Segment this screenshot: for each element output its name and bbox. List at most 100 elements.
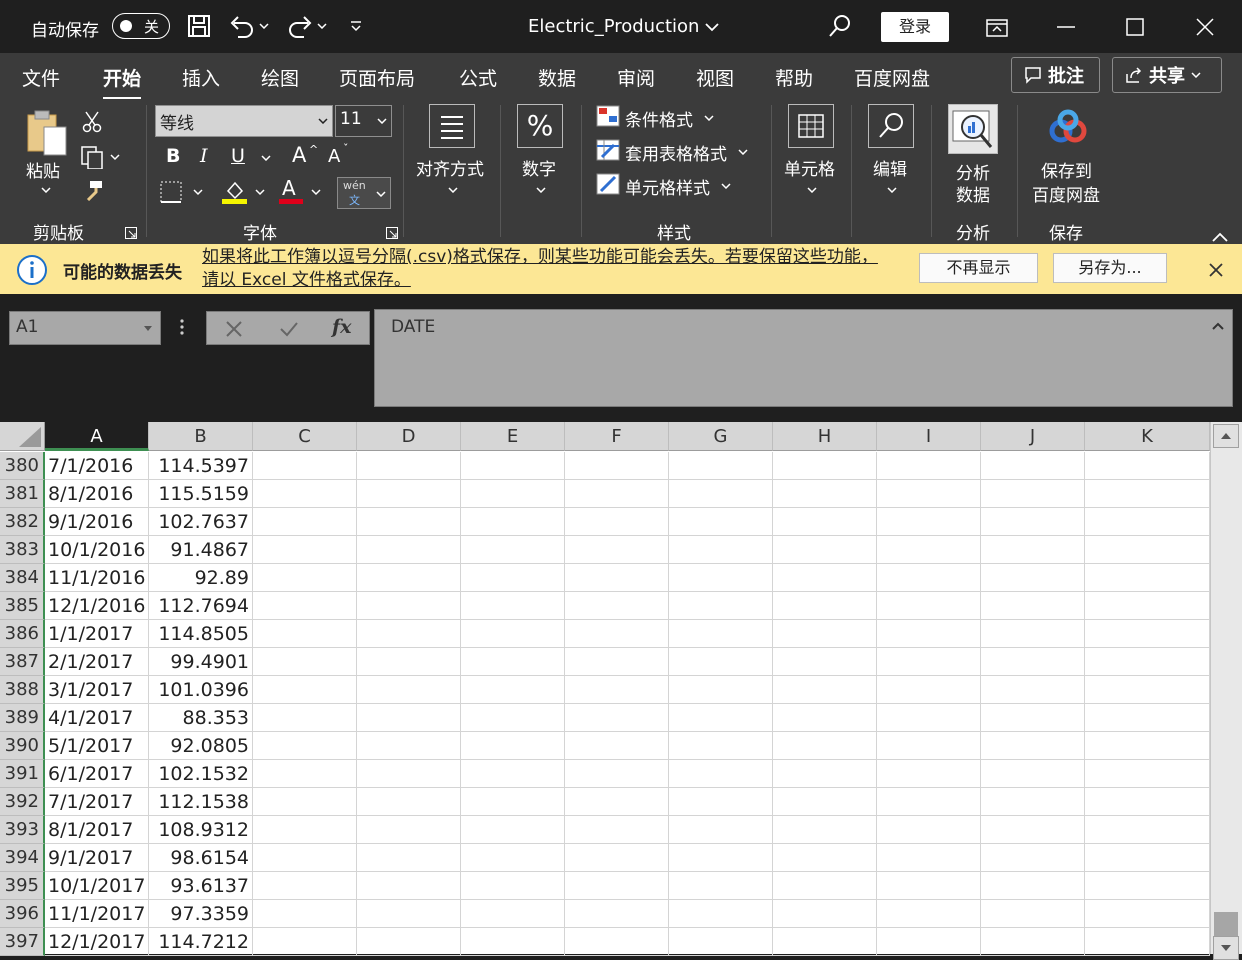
cell-empty[interactable]	[565, 564, 669, 592]
row-header[interactable]: 382	[0, 508, 45, 536]
cell-empty[interactable]	[357, 704, 461, 732]
column-header-b[interactable]: B	[149, 422, 253, 451]
cell-empty[interactable]	[253, 508, 357, 536]
undo-icon[interactable]	[228, 12, 256, 40]
cell-empty[interactable]	[877, 508, 981, 536]
scroll-down-button[interactable]	[1213, 936, 1239, 960]
dont-show-again-button[interactable]: 不再显示	[919, 253, 1038, 283]
tab-page-layout[interactable]: 页面布局	[339, 64, 415, 91]
cell-date[interactable]: 3/1/2017	[45, 676, 149, 704]
cell-empty[interactable]	[461, 928, 565, 956]
row-header[interactable]: 383	[0, 536, 45, 564]
cell-empty[interactable]	[669, 928, 773, 956]
cell-value[interactable]: 93.6137	[149, 872, 253, 900]
save-as-button[interactable]: 另存为...	[1053, 253, 1167, 283]
cell-empty[interactable]	[565, 536, 669, 564]
cell-empty[interactable]	[1085, 900, 1210, 928]
cell-empty[interactable]	[669, 620, 773, 648]
cell-empty[interactable]	[357, 592, 461, 620]
cell-empty[interactable]	[669, 648, 773, 676]
cell-empty[interactable]	[253, 480, 357, 508]
search-icon[interactable]	[826, 12, 854, 40]
format-painter-icon[interactable]	[82, 179, 104, 205]
cell-empty[interactable]	[461, 732, 565, 760]
cell-empty[interactable]	[773, 732, 877, 760]
cell-value[interactable]: 99.4901	[149, 648, 253, 676]
cell-empty[interactable]	[565, 592, 669, 620]
row-header[interactable]: 384	[0, 564, 45, 592]
undo-dropdown-icon[interactable]	[256, 12, 272, 40]
row-header[interactable]: 397	[0, 928, 45, 956]
cell-empty[interactable]	[669, 480, 773, 508]
cell-empty[interactable]	[357, 620, 461, 648]
cell-empty[interactable]	[877, 536, 981, 564]
cell-empty[interactable]	[877, 788, 981, 816]
cell-empty[interactable]	[461, 704, 565, 732]
autosave-toggle[interactable]: 关	[112, 13, 170, 39]
cell-empty[interactable]	[981, 704, 1085, 732]
cell-value[interactable]: 112.7694	[149, 592, 253, 620]
column-header-c[interactable]: C	[253, 422, 357, 451]
font-color-icon[interactable]: A	[278, 176, 324, 209]
cell-empty[interactable]	[877, 872, 981, 900]
cell-date[interactable]: 11/1/2016	[45, 564, 149, 592]
cell-empty[interactable]	[1085, 620, 1210, 648]
row-header[interactable]: 390	[0, 732, 45, 760]
cells-button[interactable]: 单元格	[782, 103, 842, 203]
cell-empty[interactable]	[773, 620, 877, 648]
redo-dropdown-icon[interactable]	[314, 12, 330, 40]
cell-date[interactable]: 5/1/2017	[45, 732, 149, 760]
tab-view[interactable]: 视图	[696, 64, 734, 91]
cell-empty[interactable]	[1085, 676, 1210, 704]
cell-empty[interactable]	[357, 508, 461, 536]
cell-empty[interactable]	[877, 676, 981, 704]
italic-button[interactable]: I	[200, 145, 208, 167]
cell-empty[interactable]	[669, 564, 773, 592]
cell-empty[interactable]	[1085, 788, 1210, 816]
cell-styles-button[interactable]: 单元格样式	[596, 173, 766, 201]
cell-empty[interactable]	[981, 844, 1085, 872]
login-button[interactable]: 登录	[881, 12, 949, 42]
column-header-j[interactable]: J	[981, 422, 1085, 451]
cell-empty[interactable]	[1085, 508, 1210, 536]
cell-empty[interactable]	[357, 816, 461, 844]
cell-empty[interactable]	[461, 480, 565, 508]
cell-empty[interactable]	[461, 592, 565, 620]
paste-button[interactable]: 粘贴	[24, 109, 70, 204]
cell-date[interactable]: 7/1/2016	[45, 452, 149, 480]
cell-value[interactable]: 97.3359	[149, 900, 253, 928]
cell-date[interactable]: 10/1/2016	[45, 536, 149, 564]
cell-empty[interactable]	[773, 928, 877, 956]
share-button[interactable]: 共享	[1112, 57, 1222, 93]
cell-empty[interactable]	[461, 844, 565, 872]
cell-empty[interactable]	[981, 592, 1085, 620]
cell-empty[interactable]	[461, 452, 565, 480]
borders-icon[interactable]	[160, 181, 206, 207]
cell-empty[interactable]	[1085, 592, 1210, 620]
row-header[interactable]: 391	[0, 760, 45, 788]
cell-date[interactable]: 8/1/2016	[45, 480, 149, 508]
column-header-k[interactable]: K	[1085, 422, 1210, 451]
cell-empty[interactable]	[357, 732, 461, 760]
cell-empty[interactable]	[253, 620, 357, 648]
row-header[interactable]: 380	[0, 452, 45, 480]
cell-empty[interactable]	[253, 900, 357, 928]
infobar-message-link[interactable]: 如果将此工作簿以逗号分隔(.csv)格式保存，则某些功能可能会丢失。若要保留这些…	[202, 246, 892, 292]
tab-draw[interactable]: 绘图	[261, 64, 299, 91]
cell-empty[interactable]	[773, 564, 877, 592]
cell-empty[interactable]	[565, 872, 669, 900]
cell-empty[interactable]	[357, 564, 461, 592]
cell-empty[interactable]	[461, 788, 565, 816]
document-title[interactable]: Electric_Production	[528, 16, 719, 37]
row-header[interactable]: 387	[0, 648, 45, 676]
cell-empty[interactable]	[357, 844, 461, 872]
cell-empty[interactable]	[981, 676, 1085, 704]
column-header-g[interactable]: G	[669, 422, 773, 451]
cell-empty[interactable]	[669, 536, 773, 564]
cell-empty[interactable]	[669, 788, 773, 816]
cell-empty[interactable]	[981, 620, 1085, 648]
cell-empty[interactable]	[773, 508, 877, 536]
cell-empty[interactable]	[357, 676, 461, 704]
cell-empty[interactable]	[773, 536, 877, 564]
tab-data[interactable]: 数据	[538, 64, 576, 91]
